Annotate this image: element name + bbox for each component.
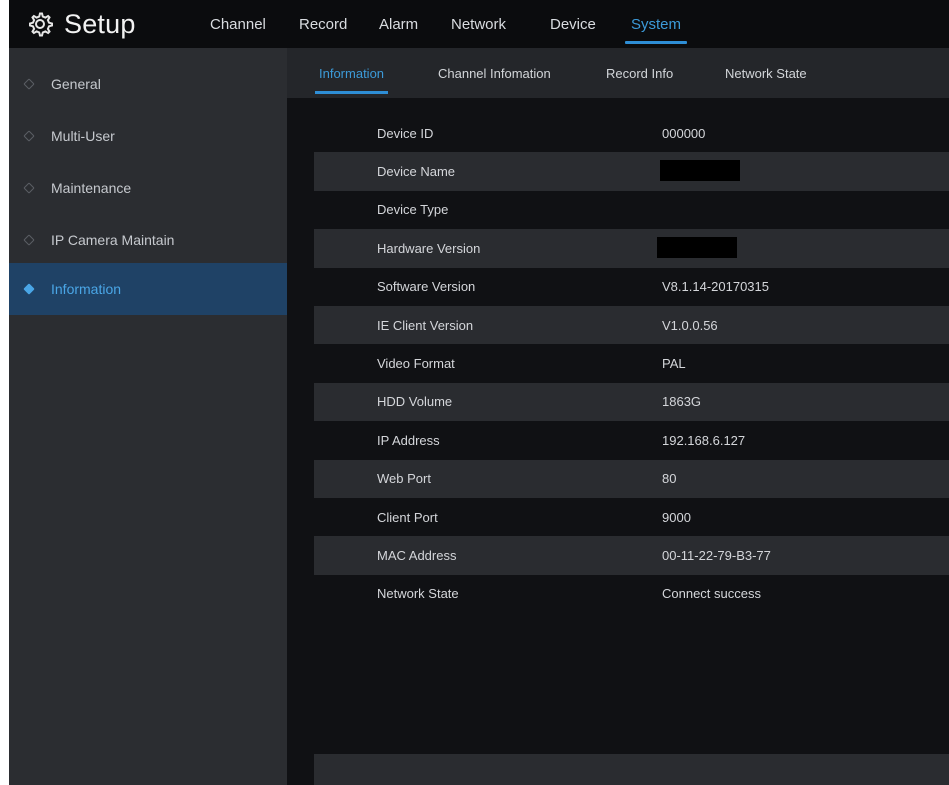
diamond-bullet-icon (23, 234, 35, 246)
sub-tab-bar: Information Channel Infomation Record In… (287, 48, 949, 98)
info-label: Client Port (377, 509, 438, 525)
info-row-network-state: Network State Connect success (314, 575, 949, 613)
tab-information[interactable]: Information (315, 48, 389, 98)
topnav-network[interactable]: Network (451, 0, 506, 48)
info-value: Connect success (662, 586, 761, 602)
information-table: Device ID 000000 Device Name Device Type… (314, 114, 949, 613)
redacted-value (657, 237, 737, 259)
redacted-value (660, 160, 740, 182)
diamond-bullet-icon (23, 283, 35, 295)
app-title: Setup (64, 8, 136, 39)
info-row-hdd-volume: HDD Volume 1863G (314, 382, 949, 422)
topnav-device[interactable]: Device (550, 0, 596, 48)
sidebar-item-general[interactable]: General (9, 58, 287, 110)
sidebar-item-multi-user[interactable]: Multi-User (9, 110, 287, 162)
active-tab-indicator (625, 41, 688, 44)
info-label: Device Type (377, 202, 449, 218)
info-label: IP Address (377, 432, 440, 448)
info-row-video-format: Video Format PAL (314, 344, 949, 382)
info-label: Device ID (377, 125, 434, 141)
sidebar-item-information[interactable]: Information (9, 263, 287, 315)
info-label: Software Version (377, 279, 476, 295)
tab-network-state[interactable]: Network State (725, 48, 807, 98)
tab-information-label: Information (319, 65, 385, 81)
tab-record-info[interactable]: Record Info (606, 48, 673, 98)
info-label: IE Client Version (377, 317, 474, 333)
info-row-device-id: Device ID 000000 (314, 114, 949, 152)
info-value: PAL (662, 356, 686, 372)
topnav-record[interactable]: Record (299, 0, 347, 48)
info-row-web-port: Web Port 80 (314, 459, 949, 498)
topnav-system-label: System (631, 15, 682, 33)
info-row-mac-address: MAC Address 00-11-22-79-B3-77 (314, 536, 949, 575)
info-row-device-type: Device Type (314, 191, 949, 229)
footer-band (314, 754, 949, 785)
diamond-bullet-icon (23, 130, 35, 142)
info-label: Web Port (377, 471, 431, 487)
info-label: Video Format (377, 356, 455, 372)
info-row-ie-client-version: IE Client Version V1.0.0.56 (314, 305, 949, 345)
info-label: Hardware Version (377, 240, 481, 256)
info-value: 1863G (662, 394, 702, 410)
topnav-alarm[interactable]: Alarm (379, 0, 418, 48)
sidebar-item-label: Maintenance (51, 180, 132, 196)
info-row-client-port: Client Port 9000 (314, 498, 949, 536)
sidebar-item-label: Information (51, 281, 122, 297)
sidebar-item-label: General (51, 76, 101, 92)
topnav-system[interactable]: System (625, 0, 688, 48)
sidebar-item-label: Multi-User (51, 128, 115, 144)
info-value: 000000 (662, 125, 706, 141)
info-value: 9000 (662, 509, 691, 525)
setup-window: Setup Channel Record Alarm Network Devic… (9, 0, 949, 785)
sidebar-item-maintenance[interactable]: Maintenance (9, 162, 287, 214)
diamond-bullet-icon (23, 182, 35, 194)
info-label: Device Name (377, 164, 456, 180)
top-bar: Setup Channel Record Alarm Network Devic… (9, 0, 949, 48)
sidebar: General Multi-User Maintenance IP Camera… (9, 48, 287, 785)
diamond-bullet-icon (23, 78, 35, 90)
info-row-software-version: Software Version V8.1.14-20170315 (314, 268, 949, 306)
topnav-channel[interactable]: Channel (210, 0, 266, 48)
info-value: V1.0.0.56 (662, 317, 718, 333)
info-label: MAC Address (377, 547, 457, 563)
info-label: HDD Volume (377, 394, 453, 410)
info-row-hardware-version: Hardware Version (314, 229, 949, 268)
tab-channel-information[interactable]: Channel Infomation (438, 48, 551, 98)
info-label: Network State (377, 586, 459, 602)
sidebar-item-label: IP Camera Maintain (51, 232, 175, 248)
content-panel: Information Channel Infomation Record In… (287, 48, 949, 785)
info-value: V8.1.14-20170315 (662, 279, 769, 295)
info-value: 80 (662, 471, 677, 487)
info-value: 00-11-22-79-B3-77 (662, 547, 771, 563)
info-row-device-name: Device Name (314, 152, 949, 191)
sidebar-item-ip-camera-maintain[interactable]: IP Camera Maintain (9, 214, 287, 266)
info-row-ip-address: IP Address 192.168.6.127 (314, 421, 949, 459)
active-subtab-indicator (315, 91, 389, 94)
gear-icon (27, 11, 53, 37)
info-value: 192.168.6.127 (662, 432, 746, 448)
